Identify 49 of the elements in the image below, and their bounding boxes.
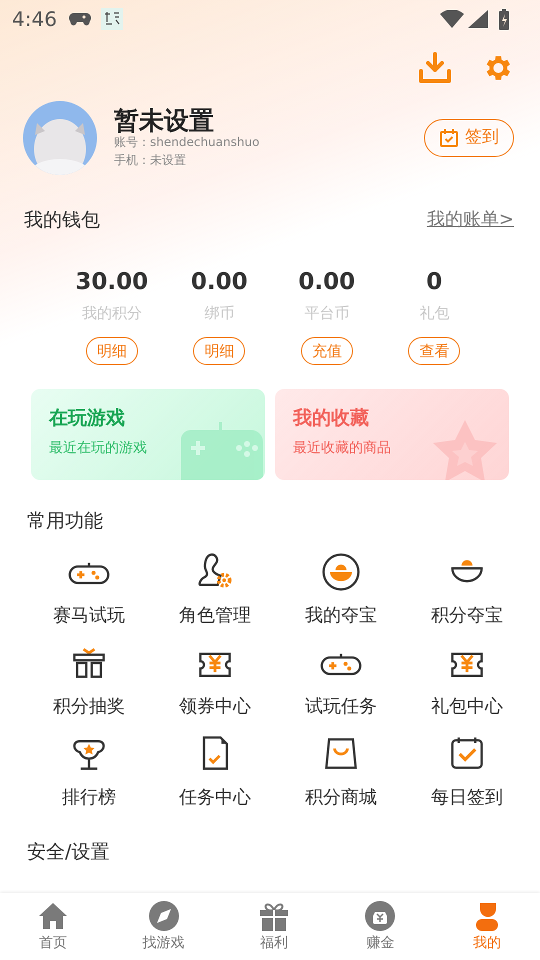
section-title: 安全/设置 (26, 840, 110, 865)
nav-tab[interactable]: 找游戏 (134, 893, 193, 960)
function-item[interactable]: 积分夺宝 (404, 550, 530, 629)
nav-tab[interactable]: 福利 (248, 893, 299, 960)
card-subtitle: 最近在玩的游戏 (49, 438, 148, 458)
gamepad-icon (181, 420, 265, 480)
compass-icon (146, 899, 181, 933)
download-icon[interactable] (418, 51, 452, 85)
function-item[interactable]: 礼包中心 (404, 640, 530, 720)
wallet-title: 我的钱包 (24, 208, 100, 233)
function-item[interactable]: 每日签到 (404, 732, 530, 811)
card-title: 在玩游戏 (49, 407, 126, 430)
function-item[interactable]: 赛马试玩 (26, 550, 152, 629)
function-item[interactable]: 我的夺宝 (278, 550, 404, 629)
nav-tab[interactable]: 赚金 (355, 893, 406, 960)
user-name: 暂未设置 (114, 106, 215, 134)
section-title: 常用功能 (26, 509, 104, 534)
stat-value: 0.00 (298, 268, 356, 296)
function-item[interactable]: 领券中心 (152, 640, 278, 720)
signal-icon (468, 10, 488, 28)
stat-button[interactable]: 明细 (193, 336, 246, 366)
stat-button[interactable]: 查看 (408, 336, 460, 366)
stat-value: 0 (426, 268, 442, 296)
wifi-icon (440, 10, 464, 28)
stat-button[interactable]: 明细 (86, 336, 138, 366)
function-item[interactable]: 积分抽奖 (26, 640, 152, 720)
favorites-card[interactable]: 我的收藏 最近收藏的商品 (275, 389, 509, 480)
battery-icon (498, 8, 510, 30)
card-subtitle: 最近收藏的商品 (293, 438, 392, 458)
gamepad-icon (68, 11, 91, 27)
nav-tab[interactable]: 我的 (462, 893, 512, 960)
function-item[interactable]: 积分商城 (278, 732, 404, 811)
calendar-icon (439, 128, 459, 148)
function-item[interactable]: 任务中心 (152, 732, 278, 811)
card-title: 我的收藏 (293, 407, 370, 430)
account-text: 账号：shendechuanshuo (114, 134, 260, 152)
function-item[interactable]: 排行榜 (26, 732, 152, 811)
stat-button[interactable]: 充值 (300, 336, 353, 366)
money-bag-icon (363, 899, 398, 933)
checkin-button[interactable]: 签到 (424, 119, 514, 157)
function-item[interactable]: 试玩任务 (278, 640, 404, 720)
phone-text: 手机：未设置 (114, 152, 187, 169)
status-time: 4:46 (12, 6, 57, 33)
games-card[interactable]: 在玩游戏 最近在玩的游戏 (31, 389, 265, 480)
bill-link[interactable]: 我的账单> (426, 206, 514, 234)
stat-value: 30.00 (75, 268, 148, 296)
nav-tab[interactable]: 首页 (28, 893, 78, 960)
stat-value: 0.00 (190, 268, 248, 296)
function-item[interactable]: 角色管理 (152, 550, 278, 629)
